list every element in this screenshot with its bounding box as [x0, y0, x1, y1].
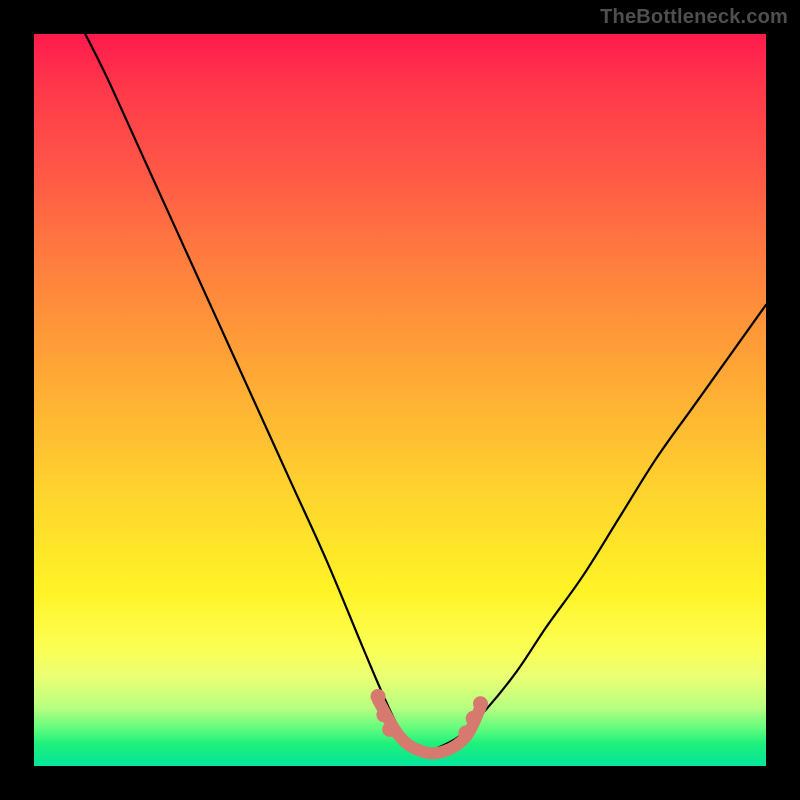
trough-highlight-dot	[376, 707, 391, 722]
right-curve	[429, 305, 766, 752]
chart-svg	[34, 34, 766, 766]
trough-highlight-dot	[371, 689, 386, 704]
trough-highlight-dot	[473, 696, 488, 711]
trough-highlight-dot	[382, 722, 397, 737]
trough-highlight-dot	[458, 726, 473, 741]
trough-highlight-dots	[371, 689, 488, 741]
plot-area	[34, 34, 766, 766]
trough-highlight-dot	[466, 711, 481, 726]
chart-frame: TheBottleneck.com	[0, 0, 800, 800]
attribution-text: TheBottleneck.com	[600, 6, 788, 29]
left-curve	[85, 34, 429, 751]
